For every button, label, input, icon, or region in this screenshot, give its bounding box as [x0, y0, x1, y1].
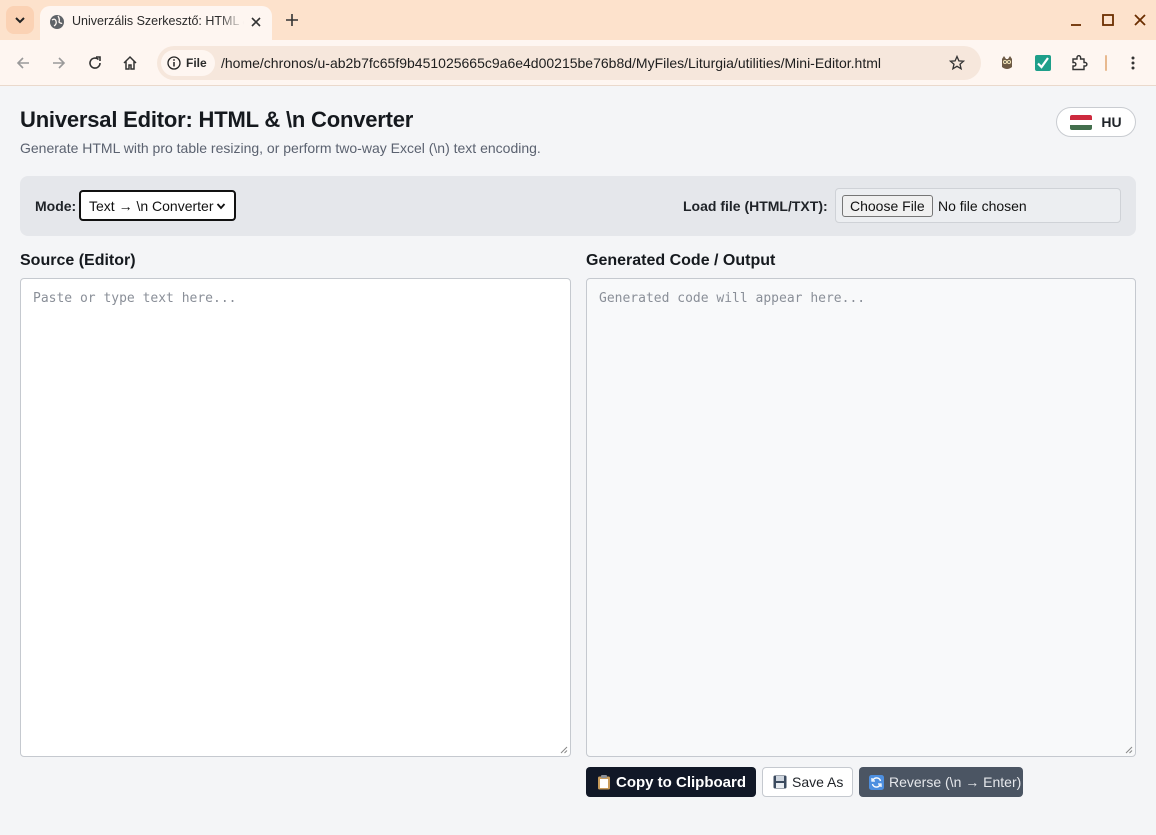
arrows-cycle-icon	[869, 774, 884, 790]
save-as-button[interactable]: Save As	[762, 767, 853, 797]
globe-icon	[50, 15, 64, 29]
url-text[interactable]: /home/chronos/u-ab2b7fc65f9b451025665c9a…	[221, 55, 881, 71]
extension-owl-button[interactable]	[996, 52, 1018, 74]
browser-tab-bar: Univerzális Szerkesztő: HTML & \n Conver…	[0, 0, 1156, 40]
source-placeholder: Paste or type text here...	[33, 291, 237, 306]
close-window-button[interactable]	[1130, 10, 1150, 30]
clipboard-icon	[596, 774, 611, 790]
output-textarea[interactable]: Generated code will appear here...	[586, 278, 1136, 757]
language-label: HU	[1101, 114, 1122, 130]
browser-menu-button[interactable]	[1122, 52, 1144, 74]
home-button[interactable]	[118, 51, 142, 75]
mode-label: Mode:	[35, 198, 77, 214]
owl-icon	[1002, 56, 1012, 69]
browser-tab-active[interactable]: Univerzális Szerkesztő: HTML & \n Conver…	[40, 6, 272, 40]
address-bar[interactable]: File /home/chronos/u-ab2b7fc65f9b4510256…	[157, 46, 981, 80]
page-content: Universal Editor: HTML & \n Converter Ge…	[0, 87, 1156, 835]
reverse-button[interactable]: Reverse (\n → Enter)	[859, 767, 1023, 797]
toolbar-divider	[1105, 55, 1107, 71]
load-file-label: Load file (HTML/TXT):	[683, 198, 828, 214]
mode-select[interactable]: Text → \n Converter	[79, 190, 236, 221]
source-textarea[interactable]: Paste or type text here...	[20, 278, 571, 757]
arrow-right-icon	[53, 57, 66, 69]
copy-to-clipboard-button[interactable]: Copy to Clipboard	[586, 767, 756, 797]
arrow-left-icon	[16, 57, 29, 69]
mode-select-value: Text → \n Converter	[89, 197, 214, 214]
close-icon	[1134, 14, 1146, 26]
resize-grip-icon[interactable]	[1124, 745, 1133, 754]
minimize-icon	[1071, 24, 1081, 26]
site-chip-label: File	[186, 56, 207, 70]
bookmark-button[interactable]	[947, 53, 967, 73]
chevron-down-icon	[15, 17, 25, 24]
extension-check-button[interactable]	[1032, 52, 1054, 74]
forward-button[interactable]	[47, 51, 71, 75]
more-vertical-icon	[1131, 56, 1135, 70]
tab-title: Univerzális Szerkesztő: HTML & \n Conver…	[72, 14, 244, 28]
file-input[interactable]: Choose File No file chosen	[835, 188, 1121, 223]
hungary-flag-icon	[1070, 114, 1093, 130]
file-status: No file chosen	[938, 198, 1027, 214]
site-info-chip[interactable]: File	[161, 50, 215, 76]
puzzle-piece-icon	[1072, 55, 1088, 71]
page-subtitle: Generate HTML with pro table resizing, o…	[20, 140, 541, 156]
output-placeholder: Generated code will appear here...	[599, 291, 866, 306]
maximize-icon	[1102, 14, 1114, 26]
reverse-button-label: Reverse (\n → Enter)	[889, 774, 1022, 790]
choose-file-button[interactable]: Choose File	[842, 195, 933, 217]
save-button-label: Save As	[792, 774, 844, 790]
reload-button[interactable]	[83, 51, 107, 75]
source-label: Source (Editor)	[20, 252, 136, 269]
check-box-icon	[1035, 55, 1051, 71]
copy-button-label: Copy to Clipboard	[616, 773, 746, 791]
control-bar: Mode: Text → \n Converter Load file (HTM…	[20, 176, 1136, 236]
browser-toolbar: File /home/chronos/u-ab2b7fc65f9b4510256…	[0, 40, 1156, 86]
back-button[interactable]	[11, 51, 35, 75]
info-icon	[167, 56, 181, 70]
home-icon	[123, 55, 137, 70]
extensions-menu-button[interactable]	[1068, 52, 1090, 74]
close-tab-icon[interactable]	[248, 14, 264, 30]
plus-icon	[286, 14, 298, 26]
resize-grip-icon[interactable]	[559, 745, 568, 754]
output-label: Generated Code / Output	[586, 252, 776, 269]
tab-search-button[interactable]	[6, 6, 34, 34]
maximize-button[interactable]	[1098, 10, 1118, 30]
new-tab-button[interactable]	[280, 8, 304, 32]
language-toggle-button[interactable]: HU	[1056, 107, 1136, 137]
minimize-button[interactable]	[1066, 10, 1086, 30]
star-icon	[949, 55, 965, 71]
page-title: Universal Editor: HTML & \n Converter	[20, 107, 414, 132]
reload-icon	[89, 56, 101, 69]
floppy-disk-icon	[773, 775, 787, 789]
chevron-down-icon	[216, 202, 226, 209]
